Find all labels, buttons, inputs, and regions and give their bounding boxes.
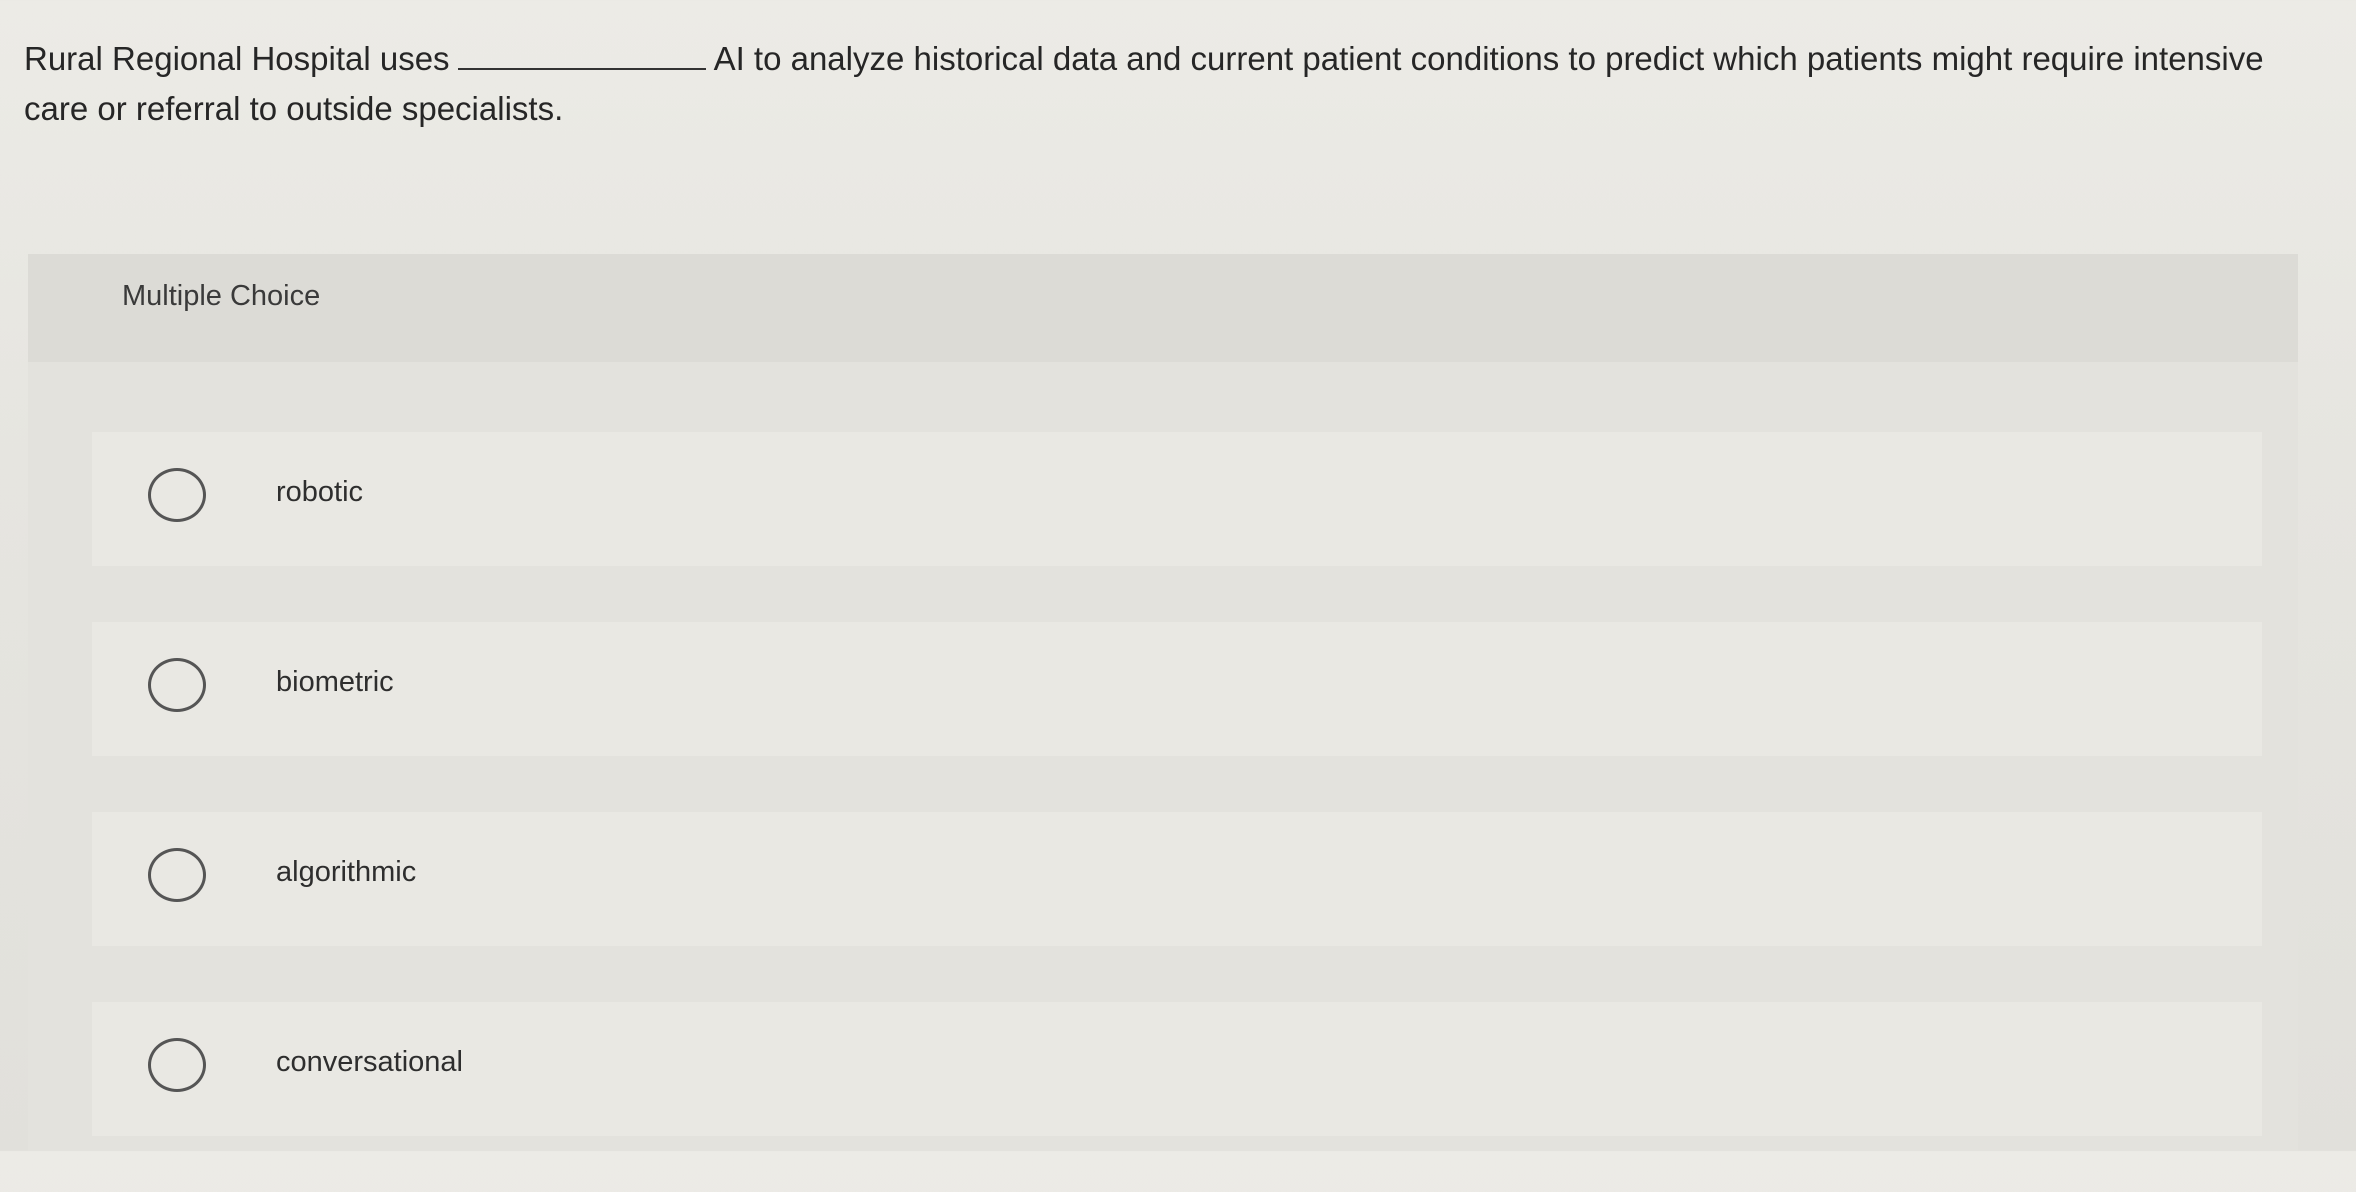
- radio-button[interactable]: [148, 468, 206, 522]
- choice-label: algorithmic: [276, 856, 417, 888]
- choice-list: robotic biometric algorithmic conversati…: [92, 432, 2262, 1192]
- question-text: Rural Regional Hospital uses AI to analyz…: [24, 34, 2324, 134]
- question-text-before-blank: Rural Regional Hospital uses: [24, 40, 450, 77]
- multiple-choice-title: Multiple Choice: [122, 280, 321, 312]
- choice-option-biometric[interactable]: biometric: [92, 622, 2262, 756]
- multiple-choice-header: Multiple Choice: [28, 254, 2298, 362]
- radio-button[interactable]: [148, 1038, 206, 1092]
- radio-button[interactable]: [148, 848, 206, 902]
- choice-option-conversational[interactable]: conversational: [92, 1002, 2262, 1136]
- choice-label: conversational: [276, 1046, 463, 1078]
- multiple-choice-panel: Multiple Choice robotic biometric algori…: [28, 254, 2298, 1151]
- choice-option-algorithmic[interactable]: algorithmic: [92, 812, 2262, 946]
- radio-button[interactable]: [148, 658, 206, 712]
- choice-label: robotic: [276, 476, 364, 508]
- choice-option-robotic[interactable]: robotic: [92, 432, 2262, 566]
- answer-blank: [457, 67, 706, 70]
- choice-label: biometric: [276, 666, 394, 698]
